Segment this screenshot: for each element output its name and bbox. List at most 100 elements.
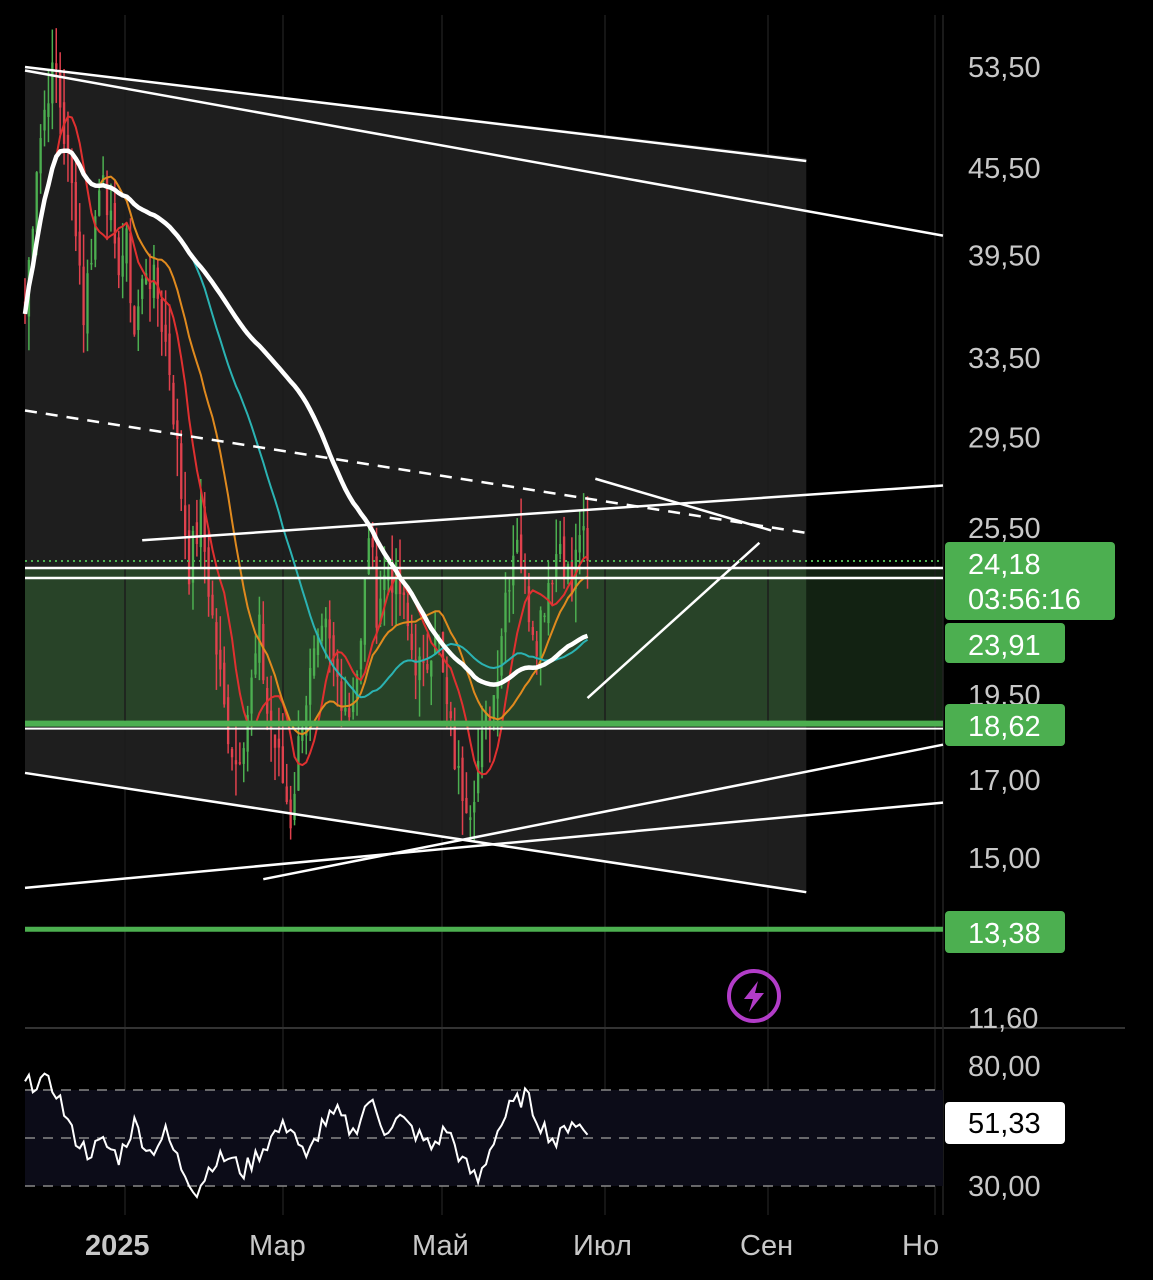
zone-future <box>806 568 943 724</box>
candle-body <box>254 653 257 675</box>
candle-body <box>531 627 535 635</box>
candle-body <box>117 237 120 276</box>
candle-body <box>176 420 179 440</box>
y-tick-label: 17,00 <box>968 765 1041 797</box>
candle-body <box>199 499 202 548</box>
candle-body <box>504 592 507 633</box>
candle-body <box>223 662 226 705</box>
candle-body <box>449 711 452 719</box>
candle-body <box>285 786 288 803</box>
candle-body <box>508 590 511 592</box>
trading-chart[interactable]: 53,5045,5039,5033,5029,5025,5019,5017,00… <box>0 0 1153 1280</box>
candle-body <box>98 190 101 216</box>
candle-body <box>473 801 476 813</box>
candle-body <box>137 306 140 331</box>
y-tick-label: 29,50 <box>968 422 1041 454</box>
candle-body <box>308 668 312 705</box>
candle-body <box>363 578 367 645</box>
candle-body <box>539 610 542 660</box>
x-tick-label: Сен <box>740 1230 793 1262</box>
candle-body <box>457 765 460 768</box>
candle-body <box>195 522 199 544</box>
candle-body <box>527 586 531 623</box>
candle-body <box>121 255 124 277</box>
candle-body <box>55 63 58 69</box>
candle-body <box>293 793 296 820</box>
rsi-tick-label: 30,00 <box>968 1171 1041 1203</box>
candle-body <box>574 549 577 589</box>
candle-body <box>191 530 195 583</box>
y-tick-label: 11,60 <box>968 1003 1038 1035</box>
x-tick-label: Но <box>902 1230 939 1262</box>
x-tick-label: Май <box>412 1230 469 1262</box>
candle-body <box>125 228 128 264</box>
candle-body <box>86 273 89 334</box>
candle-body <box>551 582 554 585</box>
candle-body <box>74 182 77 237</box>
candle-body <box>535 641 538 657</box>
candle-body <box>82 266 85 326</box>
candle-body <box>219 649 222 670</box>
candle-body <box>476 761 480 794</box>
y-tick-label: 25,50 <box>968 513 1041 545</box>
candle-body <box>230 748 234 758</box>
candle-body <box>277 738 281 748</box>
candle-body <box>250 677 253 714</box>
candle-body <box>172 382 175 425</box>
candle-body <box>113 203 117 244</box>
candle-body <box>426 664 429 670</box>
level-badge-18-62-text: 18,62 <box>968 711 1041 743</box>
candle-body <box>211 594 214 616</box>
candle-body <box>519 534 523 570</box>
rsi-current-badge-text: 51,33 <box>968 1108 1041 1140</box>
candle-body <box>238 762 242 764</box>
candle-body <box>35 172 38 233</box>
candle-body <box>320 625 324 642</box>
candle-body <box>207 547 210 597</box>
y-tick-label: 33,50 <box>968 343 1041 375</box>
rsi-tick-label: 80,00 <box>968 1051 1041 1083</box>
candle-body <box>402 592 406 596</box>
candle-body <box>273 734 277 748</box>
candle-body <box>500 636 503 676</box>
candle-body <box>39 138 42 174</box>
y-tick-label: 53,50 <box>968 52 1041 84</box>
candle-body <box>492 695 495 719</box>
y-tick-label: 15,00 <box>968 843 1041 875</box>
candle-body <box>578 535 581 553</box>
candle-body <box>183 505 187 536</box>
candle-body <box>66 134 70 151</box>
candle-body <box>242 748 245 764</box>
candle-body <box>445 677 449 705</box>
candle-body <box>109 210 113 221</box>
candle-body <box>465 797 468 814</box>
candle-body <box>215 622 218 655</box>
candle-body <box>78 231 81 266</box>
candle-body <box>516 539 519 553</box>
candle-body <box>281 746 284 783</box>
candle-body <box>324 618 327 628</box>
current-price-badge-text: 24,18 <box>968 549 1041 581</box>
candle-body <box>422 661 425 663</box>
candle-body <box>168 333 171 376</box>
candle-body <box>562 536 566 580</box>
candle-body <box>164 324 167 342</box>
candle-body <box>480 730 484 768</box>
candle-body <box>582 526 585 531</box>
candle-body <box>430 660 433 677</box>
current-price-badge-text: 03:56:16 <box>968 584 1081 616</box>
level-badge-13-38-text: 13,38 <box>968 918 1041 950</box>
candle-body <box>461 757 464 802</box>
candle-body <box>559 544 562 555</box>
candle-body <box>129 233 132 304</box>
candle-body <box>47 103 50 117</box>
candle-body <box>555 554 558 577</box>
candle-body <box>312 648 316 676</box>
candle-body <box>262 623 265 681</box>
candle-body <box>371 538 374 548</box>
y-tick-label: 39,50 <box>968 241 1041 273</box>
x-tick-label: Июл <box>573 1230 632 1262</box>
candle-body <box>543 615 546 618</box>
candle-body <box>51 62 54 104</box>
candle-body <box>141 278 144 299</box>
